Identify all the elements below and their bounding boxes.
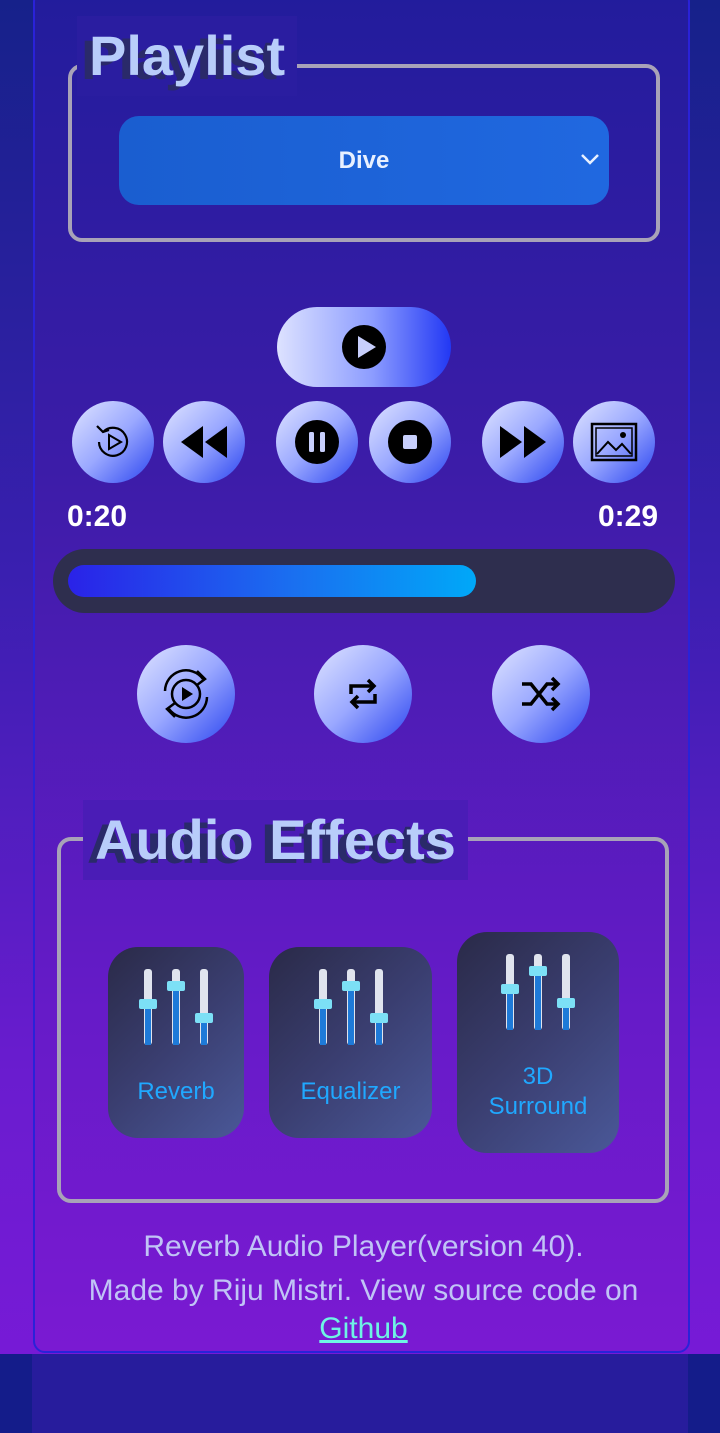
play-button[interactable] [277, 307, 451, 387]
shuffle-icon [522, 676, 561, 712]
footer-link-row: Github [35, 1312, 688, 1346]
effect-label-line1: 3D [522, 1063, 554, 1090]
rewind-button[interactable] [163, 401, 245, 483]
player-card: Playlist Dive 0:20 0:29 Audio Effects Re… [33, 0, 690, 1353]
shuffle-button[interactable] [492, 645, 590, 743]
sliders-icon [501, 954, 575, 1030]
progress-bar[interactable] [53, 549, 675, 613]
effect-reverb[interactable]: Reverb [108, 947, 244, 1138]
stop-icon [388, 420, 432, 464]
autoplay-button[interactable] [137, 645, 235, 743]
pause-icon [295, 420, 339, 464]
image-button[interactable] [573, 401, 655, 483]
sliders-icon [314, 969, 388, 1045]
effect-label: Equalizer [300, 1078, 401, 1105]
bottom-strip-inner [32, 1354, 688, 1433]
effect-label-line2: Surround [488, 1093, 588, 1120]
repeat-button[interactable] [314, 645, 412, 743]
stop-button[interactable] [369, 401, 451, 483]
fast-forward-icon [500, 426, 546, 458]
pause-button[interactable] [276, 401, 358, 483]
github-link[interactable]: Github [319, 1312, 407, 1345]
current-time: 0:20 [67, 500, 128, 533]
effects-legend: Audio Effects [83, 800, 468, 880]
bottom-strip [0, 1354, 720, 1433]
sliders-icon [139, 969, 213, 1045]
fast-forward-button[interactable] [482, 401, 564, 483]
playlist-select[interactable]: Dive [119, 116, 609, 205]
effect-equalizer[interactable]: Equalizer [269, 947, 432, 1138]
image-icon [590, 422, 638, 462]
replay-icon [96, 425, 129, 457]
replay-button[interactable] [72, 401, 154, 483]
playlist-legend: Playlist [77, 16, 298, 96]
play-icon [342, 325, 386, 369]
effect-label: Reverb [137, 1078, 215, 1105]
footer-credit: Made by Riju Mistri. View source code on [88, 1274, 639, 1307]
progress-fill [68, 565, 476, 597]
playlist-selected-value: Dive [338, 146, 390, 174]
repeat-icon [349, 678, 377, 710]
effect-3d-surround[interactable]: 3D Surround [457, 932, 619, 1153]
footer-version: Reverb Audio Player(version 40). [143, 1230, 584, 1263]
autoplay-icon [163, 669, 209, 719]
rewind-icon [181, 426, 227, 458]
duration-time: 0:29 [597, 500, 658, 533]
chevron-down-icon [581, 154, 599, 165]
